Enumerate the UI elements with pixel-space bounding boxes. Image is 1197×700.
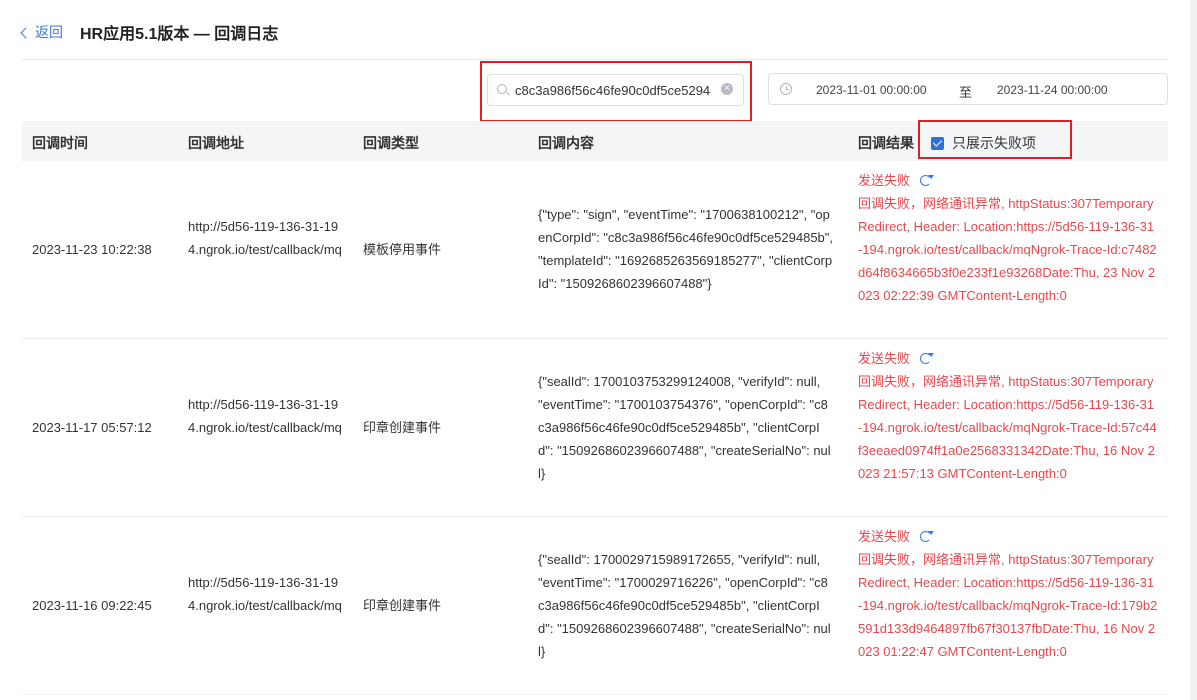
callback-time: 2023-11-16 09:22:45 — [32, 598, 152, 613]
callback-time: 2023-11-17 05:57:12 — [32, 420, 152, 435]
search-input[interactable] — [515, 79, 711, 101]
callback-url: http://5d56-119-136-31-194.ngrok.io/test… — [188, 219, 342, 257]
clear-icon[interactable]: × — [721, 83, 733, 95]
filter-label: 只展示失败项 — [952, 135, 1036, 151]
vertical-scrollbar[interactable] — [1190, 0, 1197, 700]
callback-result: 发送失败 回调失败，网络通讯异常, httpStatus:307Temporar… — [858, 525, 1158, 663]
retry-icon[interactable] — [920, 531, 935, 542]
table-row: 2023-11-17 05:57:12 http://5d56-119-136-… — [22, 339, 1168, 517]
column-header-time: 回调时间 — [32, 135, 88, 151]
column-header-type: 回调类型 — [363, 135, 419, 151]
status-line: 发送失败 — [858, 169, 1158, 192]
search-field[interactable]: × — [487, 74, 744, 106]
callback-type: 印章创建事件 — [363, 598, 442, 613]
result-detail: 回调失败，网络通讯异常, httpStatus:307Temporary Red… — [858, 196, 1157, 303]
checkbox-checked-icon[interactable] — [931, 136, 944, 150]
column-header-url: 回调地址 — [188, 135, 244, 151]
search-icon — [497, 84, 507, 94]
status-line: 发送失败 — [858, 347, 1158, 370]
callback-content: {"sealId": 1700029715989172655, "verifyI… — [538, 552, 831, 659]
callback-type: 模板停用事件 — [363, 242, 442, 257]
table-row: 2023-11-16 09:22:45 http://5d56-119-136-… — [22, 517, 1168, 695]
back-link[interactable]: 返回 — [20, 22, 63, 42]
date-range-picker[interactable]: 2023-11-01 00:00:00 至 2023-11-24 00:00:0… — [768, 73, 1168, 105]
callback-content: {"type": "sign", "eventTime": "170063810… — [538, 207, 834, 291]
clock-icon — [780, 83, 792, 95]
chevron-left-icon — [20, 26, 32, 39]
status-text: 发送失败 — [858, 173, 911, 188]
page-title: HR应用5.1版本 — 回调日志 — [80, 26, 279, 43]
start-date[interactable]: 2023-11-01 00:00:00 — [816, 83, 927, 97]
retry-icon[interactable] — [920, 353, 935, 364]
back-label: 返回 — [35, 24, 63, 40]
page-header: 返回 HR应用5.1版本 — 回调日志 — [0, 0, 1190, 60]
result-detail: 回调失败，网络通讯异常, httpStatus:307Temporary Red… — [858, 374, 1157, 481]
callback-time: 2023-11-23 10:22:38 — [32, 242, 152, 257]
status-line: 发送失败 — [858, 525, 1158, 548]
callback-type: 印章创建事件 — [363, 420, 442, 435]
retry-icon[interactable] — [920, 175, 935, 186]
status-text: 发送失败 — [858, 351, 911, 366]
result-detail: 回调失败，网络通讯异常, httpStatus:307Temporary Red… — [858, 552, 1158, 659]
status-text: 发送失败 — [858, 529, 911, 544]
table-row: 2023-11-23 10:22:38 http://5d56-119-136-… — [22, 161, 1168, 339]
column-header-result: 回调结果 — [858, 135, 914, 151]
column-header-content: 回调内容 — [538, 135, 594, 151]
callback-url: http://5d56-119-136-31-194.ngrok.io/test… — [188, 575, 342, 613]
callback-result: 发送失败 回调失败，网络通讯异常, httpStatus:307Temporar… — [858, 169, 1158, 307]
callback-log-page: 返回 HR应用5.1版本 — 回调日志 × 2023-11-01 00:00:0… — [0, 0, 1197, 700]
callback-result: 发送失败 回调失败，网络通讯异常, httpStatus:307Temporar… — [858, 347, 1158, 485]
date-separator: 至 — [959, 85, 973, 100]
header-divider — [22, 59, 1168, 60]
callback-content: {"sealId": 1700103753299124008, "verifyI… — [538, 374, 831, 481]
failed-only-filter[interactable]: 只展示失败项 — [931, 133, 1036, 153]
callback-url: http://5d56-119-136-31-194.ngrok.io/test… — [188, 397, 342, 435]
end-date[interactable]: 2023-11-24 00:00:00 — [997, 83, 1108, 97]
